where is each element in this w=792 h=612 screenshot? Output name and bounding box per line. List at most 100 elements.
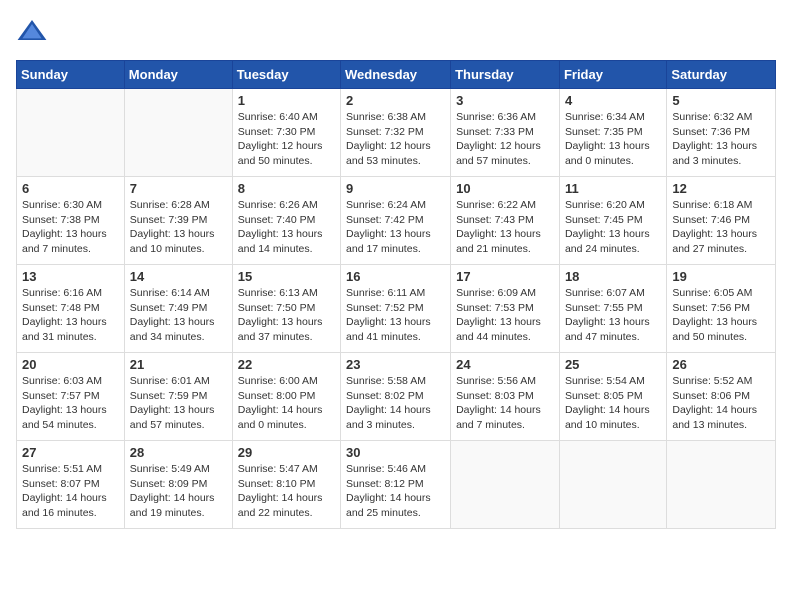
calendar-cell: 8 Sunrise: 6:26 AMSunset: 7:40 PMDaylight… <box>232 177 340 265</box>
day-info: Sunrise: 6:26 AMSunset: 7:40 PMDaylight:… <box>238 198 335 257</box>
calendar-cell: 1 Sunrise: 6:40 AMSunset: 7:30 PMDaylight… <box>232 89 340 177</box>
day-number: 9 <box>346 181 445 196</box>
calendar-cell: 18 Sunrise: 6:07 AMSunset: 7:55 PMDayligh… <box>559 265 666 353</box>
day-number: 11 <box>565 181 661 196</box>
week-row: 1 Sunrise: 6:40 AMSunset: 7:30 PMDaylight… <box>17 89 776 177</box>
calendar-cell <box>559 441 666 529</box>
calendar-cell: 2Sunrise: 6:38 AMSunset: 7:32 PMDaylight… <box>341 89 451 177</box>
calendar-header-row: SundayMondayTuesdayWednesdayThursdayFrid… <box>17 61 776 89</box>
day-number: 7 <box>130 181 227 196</box>
calendar-cell: 10 Sunrise: 6:22 AMSunset: 7:43 PMDayligh… <box>451 177 560 265</box>
day-number: 25 <box>565 357 661 372</box>
day-info: Sunrise: 5:47 AMSunset: 8:10 PMDaylight:… <box>238 462 335 521</box>
logo <box>16 16 52 48</box>
calendar-cell: 26 Sunrise: 5:52 AMSunset: 8:06 PMDayligh… <box>667 353 776 441</box>
day-info: Sunrise: 6:20 AMSunset: 7:45 PMDaylight:… <box>565 198 661 257</box>
day-info: Sunrise: 5:49 AMSunset: 8:09 PMDaylight:… <box>130 462 227 521</box>
day-number: 16 <box>346 269 445 284</box>
day-info: Sunrise: 6:11 AMSunset: 7:52 PMDaylight:… <box>346 286 445 345</box>
day-info: Sunrise: 6:16 AMSunset: 7:48 PMDaylight:… <box>22 286 119 345</box>
day-info: Sunrise: 6:32 AMSunset: 7:36 PMDaylight:… <box>672 110 770 169</box>
calendar-cell: 3Sunrise: 6:36 AMSunset: 7:33 PMDaylight… <box>451 89 560 177</box>
day-info: Sunrise: 6:13 AMSunset: 7:50 PMDaylight:… <box>238 286 335 345</box>
day-number: 12 <box>672 181 770 196</box>
day-info: Sunrise: 5:52 AMSunset: 8:06 PMDaylight:… <box>672 374 770 433</box>
week-row: 13Sunrise: 6:16 AMSunset: 7:48 PMDayligh… <box>17 265 776 353</box>
calendar-table: SundayMondayTuesdayWednesdayThursdayFrid… <box>16 60 776 529</box>
day-of-week-header: Saturday <box>667 61 776 89</box>
calendar-cell: 21 Sunrise: 6:01 AMSunset: 7:59 PMDayligh… <box>124 353 232 441</box>
day-number: 26 <box>672 357 770 372</box>
day-info: Sunrise: 5:56 AMSunset: 8:03 PMDaylight:… <box>456 374 554 433</box>
calendar-cell: 15 Sunrise: 6:13 AMSunset: 7:50 PMDayligh… <box>232 265 340 353</box>
day-number: 4 <box>565 93 661 108</box>
day-number: 6 <box>22 181 119 196</box>
calendar-cell: 9 Sunrise: 6:24 AMSunset: 7:42 PMDaylight… <box>341 177 451 265</box>
day-info: Sunrise: 6:38 AMSunset: 7:32 PMDaylight:… <box>346 110 445 169</box>
day-info: Sunrise: 6:14 AMSunset: 7:49 PMDaylight:… <box>130 286 227 345</box>
logo-icon <box>16 16 48 48</box>
calendar-cell: 19 Sunrise: 6:05 AMSunset: 7:56 PMDayligh… <box>667 265 776 353</box>
calendar-cell: 24 Sunrise: 5:56 AMSunset: 8:03 PMDayligh… <box>451 353 560 441</box>
calendar-cell: 30Sunrise: 5:46 AMSunset: 8:12 PMDayligh… <box>341 441 451 529</box>
day-info: Sunrise: 6:28 AMSunset: 7:39 PMDaylight:… <box>130 198 227 257</box>
calendar-cell: 16 Sunrise: 6:11 AMSunset: 7:52 PMDayligh… <box>341 265 451 353</box>
week-row: 6 Sunrise: 6:30 AMSunset: 7:38 PMDaylight… <box>17 177 776 265</box>
calendar-cell <box>667 441 776 529</box>
day-of-week-header: Tuesday <box>232 61 340 89</box>
day-of-week-header: Thursday <box>451 61 560 89</box>
day-info: Sunrise: 5:58 AMSunset: 8:02 PMDaylight:… <box>346 374 445 433</box>
day-number: 18 <box>565 269 661 284</box>
calendar-cell: 13Sunrise: 6:16 AMSunset: 7:48 PMDayligh… <box>17 265 125 353</box>
day-number: 21 <box>130 357 227 372</box>
calendar-cell <box>17 89 125 177</box>
day-number: 8 <box>238 181 335 196</box>
day-info: Sunrise: 6:30 AMSunset: 7:38 PMDaylight:… <box>22 198 119 257</box>
page-header <box>16 16 776 48</box>
day-info: Sunrise: 6:01 AMSunset: 7:59 PMDaylight:… <box>130 374 227 433</box>
calendar-cell: 12 Sunrise: 6:18 AMSunset: 7:46 PMDayligh… <box>667 177 776 265</box>
week-row: 27Sunrise: 5:51 AMSunset: 8:07 PMDayligh… <box>17 441 776 529</box>
day-info: Sunrise: 6:24 AMSunset: 7:42 PMDaylight:… <box>346 198 445 257</box>
day-info: Sunrise: 5:46 AMSunset: 8:12 PMDaylight:… <box>346 462 445 521</box>
day-info: Sunrise: 6:03 AMSunset: 7:57 PMDaylight:… <box>22 374 119 433</box>
calendar-cell <box>451 441 560 529</box>
day-number: 29 <box>238 445 335 460</box>
day-number: 24 <box>456 357 554 372</box>
day-info: Sunrise: 6:40 AMSunset: 7:30 PMDaylight:… <box>238 110 335 169</box>
day-of-week-header: Wednesday <box>341 61 451 89</box>
day-info: Sunrise: 6:34 AMSunset: 7:35 PMDaylight:… <box>565 110 661 169</box>
day-of-week-header: Monday <box>124 61 232 89</box>
day-info: Sunrise: 6:05 AMSunset: 7:56 PMDaylight:… <box>672 286 770 345</box>
day-number: 10 <box>456 181 554 196</box>
day-number: 17 <box>456 269 554 284</box>
day-number: 19 <box>672 269 770 284</box>
day-info: Sunrise: 6:07 AMSunset: 7:55 PMDaylight:… <box>565 286 661 345</box>
calendar-cell: 7 Sunrise: 6:28 AMSunset: 7:39 PMDaylight… <box>124 177 232 265</box>
calendar-cell <box>124 89 232 177</box>
calendar-cell: 23 Sunrise: 5:58 AMSunset: 8:02 PMDayligh… <box>341 353 451 441</box>
calendar-cell: 5 Sunrise: 6:32 AMSunset: 7:36 PMDaylight… <box>667 89 776 177</box>
day-number: 14 <box>130 269 227 284</box>
day-number: 23 <box>346 357 445 372</box>
day-number: 15 <box>238 269 335 284</box>
calendar-cell: 25 Sunrise: 5:54 AMSunset: 8:05 PMDayligh… <box>559 353 666 441</box>
calendar-cell: 28 Sunrise: 5:49 AMSunset: 8:09 PMDayligh… <box>124 441 232 529</box>
day-info: Sunrise: 6:22 AMSunset: 7:43 PMDaylight:… <box>456 198 554 257</box>
day-number: 5 <box>672 93 770 108</box>
day-of-week-header: Sunday <box>17 61 125 89</box>
day-info: Sunrise: 6:00 AMSunset: 8:00 PMDaylight:… <box>238 374 335 433</box>
calendar-cell: 29 Sunrise: 5:47 AMSunset: 8:10 PMDayligh… <box>232 441 340 529</box>
day-info: Sunrise: 5:51 AMSunset: 8:07 PMDaylight:… <box>22 462 119 521</box>
day-info: Sunrise: 6:09 AMSunset: 7:53 PMDaylight:… <box>456 286 554 345</box>
day-number: 1 <box>238 93 335 108</box>
day-number: 28 <box>130 445 227 460</box>
calendar-cell: 27Sunrise: 5:51 AMSunset: 8:07 PMDayligh… <box>17 441 125 529</box>
calendar-cell: 11 Sunrise: 6:20 AMSunset: 7:45 PMDayligh… <box>559 177 666 265</box>
day-info: Sunrise: 6:36 AMSunset: 7:33 PMDaylight:… <box>456 110 554 169</box>
calendar-cell: 14 Sunrise: 6:14 AMSunset: 7:49 PMDayligh… <box>124 265 232 353</box>
day-info: Sunrise: 5:54 AMSunset: 8:05 PMDaylight:… <box>565 374 661 433</box>
day-of-week-header: Friday <box>559 61 666 89</box>
day-number: 20 <box>22 357 119 372</box>
day-info: Sunrise: 6:18 AMSunset: 7:46 PMDaylight:… <box>672 198 770 257</box>
